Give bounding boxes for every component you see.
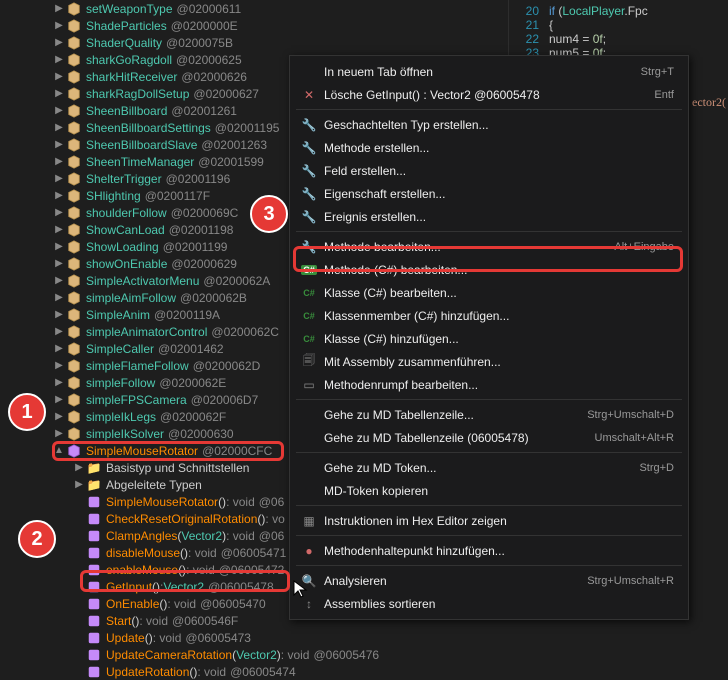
menu-separator: [296, 231, 682, 232]
menu-icon: 🔧: [298, 141, 320, 155]
menu-item[interactable]: C#Klasse (C#) bearbeiten...: [290, 281, 688, 304]
menu-icon: ✕: [298, 88, 320, 102]
callout-2: 2: [18, 520, 56, 558]
tree-node[interactable]: ▶setWeaponType@02000611: [0, 0, 500, 17]
line-number: 20: [513, 4, 549, 18]
menu-item[interactable]: Gehe zu MD Token...Strg+D: [290, 456, 688, 479]
menu-separator: [296, 452, 682, 453]
menu-item[interactable]: ▦Instruktionen im Hex Editor zeigen: [290, 509, 688, 532]
tree-node[interactable]: ▶ShadeParticles@0200000E: [0, 17, 500, 34]
menu-item[interactable]: ▭Methodenrumpf bearbeiten...: [290, 373, 688, 396]
menu-item[interactable]: C#Klasse (C#) hinzufügen...: [290, 327, 688, 350]
menu-item[interactable]: 🔧Eigenschaft erstellen...: [290, 182, 688, 205]
menu-separator: [296, 109, 682, 110]
menu-icon: 🔧: [298, 164, 320, 178]
menu-item[interactable]: 🔍AnalysierenStrg+Umschalt+R: [290, 569, 688, 592]
tree-node[interactable]: ▶ShaderQuality@0200075B: [0, 34, 500, 51]
menu-icon: ▭: [298, 378, 320, 392]
menu-separator: [296, 399, 682, 400]
menu-separator: [296, 565, 682, 566]
menu-item[interactable]: 🔧Geschachtelten Typ erstellen...: [290, 113, 688, 136]
menu-item[interactable]: 🔧Feld erstellen...: [290, 159, 688, 182]
menu-icon: C#: [298, 334, 320, 344]
tree-method[interactable]: Update() : void@06005473: [0, 629, 500, 646]
menu-icon: 🗐: [298, 351, 320, 372]
menu-icon: C#: [298, 288, 320, 298]
code-stray: ector2(: [692, 95, 726, 110]
menu-icon: ▦: [298, 514, 320, 528]
mouse-cursor-icon: [293, 580, 309, 601]
menu-item[interactable]: ●Methodenhaltepunkt hinzufügen...: [290, 539, 688, 562]
menu-item[interactable]: 🔧Methode erstellen...: [290, 136, 688, 159]
menu-icon: 🔧: [298, 240, 320, 254]
menu-icon: C#: [298, 265, 320, 275]
callout-1: 1: [8, 393, 46, 431]
callout-3: 3: [250, 195, 288, 233]
menu-item[interactable]: Gehe zu MD Tabellenzeile...Strg+Umschalt…: [290, 403, 688, 426]
menu-separator: [296, 535, 682, 536]
context-menu: In neuem Tab öffnenStrg+T✕Lösche GetInpu…: [289, 55, 689, 620]
menu-item[interactable]: C#Klassenmember (C#) hinzufügen...: [290, 304, 688, 327]
menu-item[interactable]: MD-Token kopieren: [290, 479, 688, 502]
menu-item[interactable]: C#Methode (C#) bearbeiten...: [290, 258, 688, 281]
menu-item[interactable]: ✕Lösche GetInput() : Vector2 @06005478En…: [290, 83, 688, 106]
menu-item[interactable]: In neuem Tab öffnenStrg+T: [290, 60, 688, 83]
menu-item[interactable]: 🗐Mit Assembly zusammenführen...: [290, 350, 688, 373]
menu-icon: C#: [298, 311, 320, 321]
menu-icon: 🔧: [298, 118, 320, 132]
menu-item[interactable]: 🔧Ereignis erstellen...: [290, 205, 688, 228]
menu-item[interactable]: ↕Assemblies sortieren: [290, 592, 688, 615]
tree-method[interactable]: UpdateCameraRotation(Vector2) : void@060…: [0, 646, 500, 663]
tree-method[interactable]: UpdateRotation() : void@06005474: [0, 663, 500, 680]
menu-icon: 🔧: [298, 187, 320, 201]
tree-label: SimpleMouseRotator: [86, 444, 198, 458]
menu-icon: ●: [298, 544, 320, 558]
menu-item[interactable]: Gehe zu MD Tabellenzeile (06005478)Umsch…: [290, 426, 688, 449]
menu-separator: [296, 505, 682, 506]
menu-icon: 🔧: [298, 210, 320, 224]
menu-item[interactable]: 🔧Methode bearbeiten...Alt+Eingabe: [290, 235, 688, 258]
